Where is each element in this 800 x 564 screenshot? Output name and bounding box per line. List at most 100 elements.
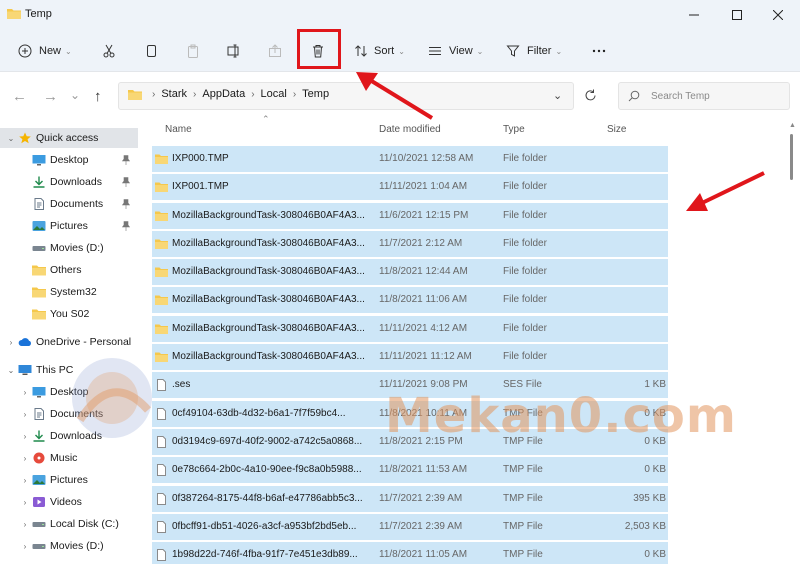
file-type: TMP File	[503, 492, 543, 504]
sidebar-item-label: Others	[50, 264, 82, 276]
share-button[interactable]	[268, 39, 282, 63]
file-row[interactable]: 0d3194c9-697d-40f2-9002-a742c5a0868... 11…	[152, 428, 668, 455]
chevron-right-icon[interactable]: ›	[18, 410, 32, 419]
file-row[interactable]: 0e78c664-2b0c-4a10-90ee-f9c8a0b5988... 11…	[152, 457, 668, 484]
chevron-down-icon[interactable]: ⌄	[4, 366, 18, 375]
maximize-button[interactable]	[717, 2, 757, 28]
sidebar-item-others[interactable]: Others	[0, 260, 138, 280]
refresh-icon[interactable]	[584, 89, 597, 102]
chevron-right-icon[interactable]: ›	[18, 498, 32, 507]
drive-icon	[32, 540, 46, 552]
sidebar-item-system32[interactable]: System32	[0, 282, 138, 302]
sidebar-item-pictures[interactable]: Pictures	[0, 216, 138, 236]
sidebar-item-desktop[interactable]: Desktop	[0, 150, 138, 170]
file-row[interactable]: MozillaBackgroundTask-308046B0AF4A3... 11…	[152, 287, 668, 314]
sidebar-item-desktop[interactable]: › Desktop	[0, 382, 138, 402]
file-type: File folder	[503, 237, 547, 249]
maximize-icon	[732, 10, 742, 20]
file-row[interactable]: MozillaBackgroundTask-308046B0AF4A3... 11…	[152, 230, 668, 257]
file-type: File folder	[503, 266, 547, 278]
column-header-date[interactable]: Date modified	[379, 124, 441, 135]
music-icon	[32, 452, 46, 464]
folder-icon	[155, 182, 168, 193]
minimize-icon	[689, 14, 699, 16]
file-row[interactable]: 0fbcff91-db51-4026-a3cf-a953bf2bd5eb... 1…	[152, 513, 668, 540]
breadcrumb-temp[interactable]: Temp	[302, 88, 329, 100]
folder-icon	[32, 264, 46, 276]
computer-icon	[18, 364, 32, 376]
sort-button[interactable]: Sort ⌄	[354, 39, 405, 63]
sidebar-item-label: Quick access	[36, 132, 99, 144]
file-row[interactable]: MozillaBackgroundTask-308046B0AF4A3... 11…	[152, 259, 668, 286]
up-arrow-icon[interactable]: ↑	[94, 88, 102, 105]
file-row[interactable]: IXP000.TMP 11/10/2021 12:58 AM File folder	[152, 146, 668, 172]
sidebar-item-music[interactable]: › Music	[0, 448, 138, 468]
view-button[interactable]: View ⌄	[428, 39, 483, 63]
forward-arrow-icon[interactable]: →	[43, 88, 58, 105]
file-row[interactable]: IXP001.TMP 11/11/2021 1:04 AM File folder	[152, 174, 668, 201]
scroll-up-icon[interactable]: ▲	[789, 122, 796, 129]
close-button[interactable]	[758, 2, 798, 28]
sidebar-item-downloads[interactable]: Downloads	[0, 172, 138, 192]
file-row[interactable]: MozillaBackgroundTask-308046B0AF4A3... 11…	[152, 315, 668, 342]
chevron-right-icon[interactable]: ›	[18, 454, 32, 463]
sidebar-item-this-pc[interactable]: ⌄ This PC	[0, 360, 138, 380]
file-row[interactable]: MozillaBackgroundTask-308046B0AF4A3... 11…	[152, 344, 668, 371]
file-name: 0f387264-8175-44f8-b6af-e47786abb5c3...	[172, 492, 363, 504]
file-type: TMP File	[503, 407, 543, 419]
chevron-right-icon[interactable]: ›	[18, 542, 32, 551]
rename-button[interactable]	[227, 39, 241, 63]
file-icon	[157, 407, 166, 420]
column-header-type[interactable]: Type	[503, 124, 525, 135]
chevron-down-icon[interactable]: ⌄	[4, 134, 18, 143]
sidebar-item-label: Documents	[50, 198, 104, 210]
filter-icon	[506, 45, 520, 57]
file-size: 2,503 KB	[624, 520, 666, 532]
filter-button[interactable]: Filter ⌄	[506, 39, 562, 63]
chevron-down-icon: ⌄	[555, 46, 563, 56]
breadcrumb-stark[interactable]: Stark	[161, 88, 187, 100]
address-history-chevron-icon[interactable]: ⌄	[553, 89, 562, 102]
sidebar-item-downloads[interactable]: › Downloads	[0, 426, 138, 446]
chevron-right-icon[interactable]: ›	[18, 520, 32, 529]
file-date: 11/8/2021 10:11 AM	[379, 407, 468, 419]
file-row[interactable]: 1b98d22d-746f-4fba-91f7-7e451e3db89... 11…	[152, 542, 668, 564]
breadcrumb-local[interactable]: Local	[261, 88, 287, 100]
sidebar-item-local-disk-c[interactable]: › Local Disk (C:)	[0, 514, 138, 534]
file-type: TMP File	[503, 435, 543, 447]
file-row[interactable]: MozillaBackgroundTask-308046B0AF4A3... 11…	[152, 202, 668, 229]
sidebar-item-videos[interactable]: › Videos	[0, 492, 138, 512]
file-row[interactable]: 0f387264-8175-44f8-b6af-e47786abb5c3... 1…	[152, 485, 668, 512]
file-name: MozillaBackgroundTask-308046B0AF4A3...	[172, 351, 364, 363]
paste-button[interactable]	[186, 39, 200, 63]
back-arrow-icon[interactable]: ←	[12, 88, 27, 105]
column-header-size[interactable]: Size	[607, 124, 626, 135]
breadcrumb-appdata[interactable]: AppData	[202, 88, 245, 100]
new-button[interactable]: New ⌄	[18, 39, 72, 63]
sidebar-item-documents[interactable]: Documents	[0, 194, 138, 214]
chevron-down-icon[interactable]: ⌄	[70, 88, 80, 102]
copy-button[interactable]	[144, 39, 158, 63]
minimize-button[interactable]	[674, 2, 714, 28]
sidebar-item-pictures[interactable]: › Pictures	[0, 470, 138, 490]
sidebar-item-onedrive-personal[interactable]: › OneDrive - Personal	[0, 332, 138, 352]
chevron-right-icon[interactable]: ›	[18, 432, 32, 441]
file-name: .ses	[172, 379, 191, 391]
column-header-name[interactable]: Name	[165, 124, 192, 135]
sidebar-item-movies-d[interactable]: Movies (D:)	[0, 238, 138, 258]
chevron-right-icon[interactable]: ›	[18, 476, 32, 485]
cut-button[interactable]	[102, 39, 116, 63]
chevron-right-icon[interactable]: ›	[18, 388, 32, 397]
file-row[interactable]: .ses 11/11/2021 9:08 PM SES File 1 KB	[152, 372, 668, 399]
file-row[interactable]: 0cf49104-63db-4d32-b6a1-7f7f59bc4... 11/8…	[152, 400, 668, 427]
chevron-right-icon[interactable]: ›	[4, 338, 18, 347]
sidebar-item-you-s02[interactable]: You S02	[0, 304, 138, 324]
sidebar-item-quick-access[interactable]: ⌄ Quick access	[0, 128, 138, 148]
sidebar-item-documents[interactable]: › Documents	[0, 404, 138, 424]
sidebar-item-movies-d[interactable]: › Movies (D:)	[0, 536, 138, 556]
file-type: File folder	[503, 322, 547, 334]
more-options-button[interactable]	[591, 39, 607, 63]
pin-icon	[122, 199, 130, 209]
scrollbar-thumb[interactable]	[790, 134, 793, 180]
file-name: IXP000.TMP	[172, 153, 229, 164]
